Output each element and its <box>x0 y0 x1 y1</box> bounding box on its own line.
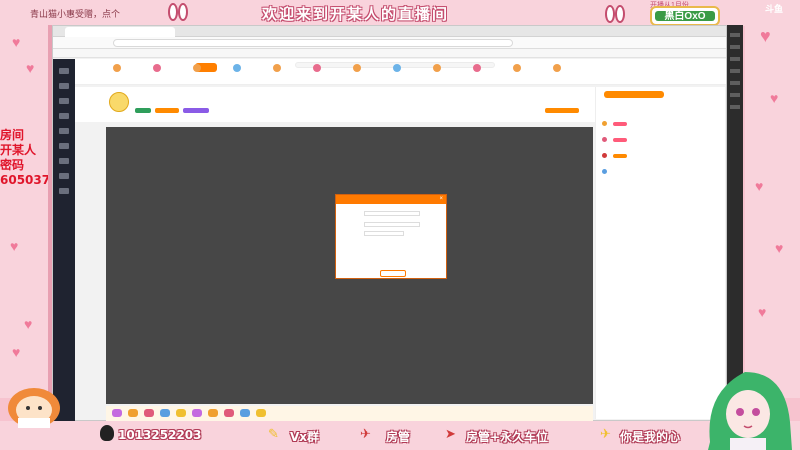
heart-icon: ♥ <box>755 178 764 194</box>
rank-banner[interactable] <box>604 91 664 98</box>
heart-icon: ♥ <box>26 60 35 76</box>
rabbit-ear-icon <box>605 5 615 23</box>
dock-item[interactable] <box>730 81 740 85</box>
category-icon[interactable] <box>113 64 121 72</box>
qq-number: 1013252203 <box>118 428 202 442</box>
overlay-ticker: 青山猫小惠受赠，点个 <box>30 9 121 19</box>
gift-icon[interactable] <box>192 409 202 417</box>
douyu-logo: 斗鱼 <box>765 4 784 14</box>
gift-icon[interactable] <box>240 409 250 417</box>
wechat-note: 你是我的心 <box>620 430 681 444</box>
category-icon[interactable] <box>233 64 241 72</box>
gift-icon[interactable] <box>256 409 266 417</box>
confirm-button[interactable] <box>380 270 406 277</box>
dock-item[interactable] <box>730 45 740 49</box>
room-tag[interactable] <box>135 108 151 113</box>
gift-icon[interactable] <box>128 409 138 417</box>
room-tag[interactable] <box>183 108 209 113</box>
sidebar-item[interactable] <box>59 83 69 89</box>
category-icon[interactable] <box>553 64 561 72</box>
browser-tab-strip <box>53 26 726 37</box>
sidebar-item[interactable] <box>59 173 69 179</box>
dock-item[interactable] <box>730 57 740 61</box>
chat-row <box>602 153 627 159</box>
category-icon[interactable] <box>513 64 521 72</box>
sidebar-item[interactable] <box>59 128 69 134</box>
rtmp-url-field[interactable] <box>364 211 420 216</box>
bookmarks-bar <box>53 49 726 58</box>
heart-icon: ♥ <box>760 26 771 46</box>
dock-item[interactable] <box>730 105 740 109</box>
sidebar-item[interactable] <box>59 113 69 119</box>
overlay-sign: 黑白OxO <box>650 6 720 26</box>
rabbit-ear-icon <box>615 5 625 23</box>
stream-code-select[interactable] <box>364 231 404 236</box>
heart-icon: ♥ <box>758 304 767 320</box>
admin-plus-parking: 房管+永久车位 <box>466 430 549 444</box>
vx-group: Vx群 <box>290 430 320 444</box>
heart-icon: ♥ <box>24 316 33 332</box>
follow-button[interactable] <box>545 108 579 113</box>
plane-icon: ✈ <box>600 426 611 441</box>
room-admin: 房管 <box>386 430 411 444</box>
penguin-icon <box>100 425 114 441</box>
category-icon[interactable] <box>313 64 321 72</box>
vtuber-avatar-image <box>708 372 792 450</box>
gift-bar <box>106 406 593 421</box>
dialog-header: × <box>336 195 446 204</box>
category-icon[interactable] <box>273 64 281 72</box>
heart-icon: ♥ <box>770 90 779 106</box>
rabbit-ear-icon <box>168 3 178 21</box>
room-tag[interactable] <box>155 108 179 113</box>
browser-tab[interactable] <box>65 27 175 37</box>
sidebar-item[interactable] <box>59 143 69 149</box>
gift-icon[interactable] <box>176 409 186 417</box>
category-icon[interactable] <box>473 64 481 72</box>
dock-item[interactable] <box>730 33 740 37</box>
chat-row <box>602 137 627 143</box>
mascot-left-image <box>8 388 60 428</box>
gift-icon[interactable] <box>160 409 170 417</box>
sidebar-item[interactable] <box>59 158 69 164</box>
heart-icon: ♥ <box>775 240 784 256</box>
heart-icon: ♥ <box>12 34 21 50</box>
url-field[interactable] <box>113 39 513 47</box>
category-icon[interactable] <box>393 64 401 72</box>
room-header <box>75 87 595 122</box>
category-icon[interactable] <box>433 64 441 72</box>
gift-icon[interactable] <box>144 409 154 417</box>
rocket-icon: ➤ <box>445 426 456 441</box>
overlay-sign-text: 黑白OxO <box>655 11 715 22</box>
stream-code-field[interactable] <box>364 222 420 227</box>
sidebar-item[interactable] <box>59 188 69 194</box>
overlay-right-strip <box>745 26 800 398</box>
site-sidebar <box>53 59 75 421</box>
chat-row <box>602 169 610 175</box>
category-nav <box>83 64 683 88</box>
chat-row <box>602 121 627 127</box>
heart-icon: ♥ <box>10 238 19 254</box>
heart-icon: ♥ <box>12 344 21 360</box>
gift-icon[interactable] <box>224 409 234 417</box>
category-icon[interactable] <box>193 64 201 72</box>
browser-address-bar <box>53 37 726 49</box>
dock-item[interactable] <box>730 69 740 73</box>
sidebar-item[interactable] <box>59 98 69 104</box>
overlay-title: 欢迎来到开某人的直播间 <box>262 5 450 23</box>
plane-icon: ✈ <box>360 426 371 441</box>
rabbit-ear-icon <box>178 3 188 21</box>
sidebar-item[interactable] <box>59 68 69 74</box>
category-icon[interactable] <box>353 64 361 72</box>
gift-icon[interactable] <box>112 409 122 417</box>
stream-settings-dialog: × <box>335 194 447 279</box>
category-icon[interactable] <box>153 64 161 72</box>
streamer-avatar[interactable] <box>109 92 129 112</box>
browser-window: × <box>52 25 727 421</box>
pencil-icon: ✎ <box>268 426 279 441</box>
gift-icon[interactable] <box>208 409 218 417</box>
close-icon[interactable]: × <box>439 195 443 204</box>
dock-item[interactable] <box>730 93 740 97</box>
overlay-left-strip <box>0 26 48 398</box>
